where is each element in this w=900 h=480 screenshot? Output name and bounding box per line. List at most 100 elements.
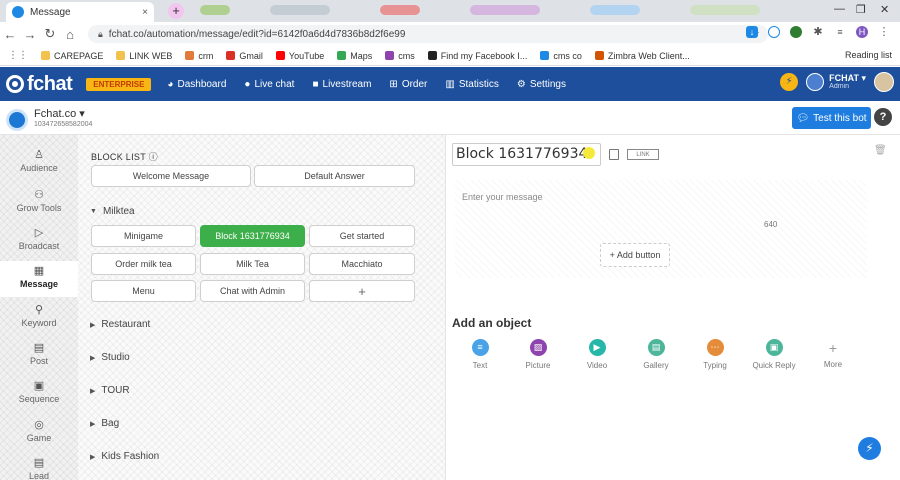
sidebar-item-grow-tools[interactable]: ⚇ Grow Tools [0, 185, 78, 221]
apps-grid-icon[interactable]: ⋮⋮ [8, 50, 28, 61]
page-selector[interactable]: Fchat.co ▾ [34, 107, 85, 120]
user-avatar[interactable] [874, 72, 894, 92]
menu-item-dashboard[interactable]: ◕ Dashboard [167, 79, 226, 90]
block-button[interactable]: Minigame [91, 225, 196, 247]
menu-item-order[interactable]: ⊞ Order [389, 79, 427, 90]
add-block-button[interactable]: + [309, 280, 415, 302]
help-icon[interactable]: ? [874, 108, 892, 126]
browser-tab-message[interactable]: Message × [6, 2, 154, 22]
message-input[interactable]: Enter your message [462, 192, 543, 202]
minimize-icon[interactable]: — [834, 3, 845, 15]
account-switcher[interactable]: FCHAT ▾ Admin [806, 73, 866, 91]
bookmark-label: Zimbra Web Client... [607, 50, 690, 61]
sidebar-item-keyword[interactable]: ⚲ Keyword [0, 300, 78, 336]
add-object-quick-reply[interactable]: ▣ Quick Reply [746, 339, 802, 370]
trash-icon[interactable]: 🗑︎ [874, 145, 887, 156]
bookmark-item[interactable]: cms co [540, 51, 582, 61]
block-list-title: BLOCK LIST ⓘ [91, 152, 158, 162]
copy-icon[interactable] [609, 149, 619, 160]
address-bar[interactable]: 🔒︎ fchat.co/automation/message/edit?id=6… [88, 25, 768, 43]
fchat-logo[interactable]: fchat [6, 73, 73, 96]
block-button[interactable]: Macchiato [309, 253, 415, 275]
bookmark-item[interactable]: Zimbra Web Client... [594, 50, 690, 61]
close-window-icon[interactable]: ✕ [880, 3, 889, 16]
sidebar-item-label: Grow Tools [16, 203, 62, 213]
block-group-header[interactable]: ▶ Kids Fashion [90, 451, 159, 462]
notification-bell-icon[interactable]: ⚡ [780, 73, 799, 91]
add-object-more[interactable]: + More [805, 339, 861, 369]
menu-item-label: Settings [529, 78, 566, 90]
forward-icon[interactable]: → [20, 27, 40, 42]
extension-icon[interactable] [790, 26, 802, 38]
caret-right-icon: ▶ [90, 387, 96, 395]
extension-icon[interactable] [768, 26, 780, 38]
reading-list-button[interactable]: Reading list [845, 50, 892, 60]
sidebar-item-broadcast[interactable]: ▷ Broadcast [0, 223, 78, 259]
sidebar-item-label: Keyword [21, 318, 57, 328]
profile-avatar[interactable]: H [856, 26, 868, 38]
media-icon[interactable]: ≡ [834, 26, 846, 38]
menu-item-label: Dashboard [177, 78, 227, 90]
sidebar-item-game[interactable]: ◎ Game [0, 415, 78, 451]
reload-icon[interactable]: ↻ [40, 26, 60, 42]
add-object-typing[interactable]: ⋯ Typing [687, 339, 743, 370]
bookmark-icon [385, 51, 395, 60]
bookmark-item[interactable]: LINK WEB [116, 51, 172, 61]
bookmark-item[interactable]: Maps [337, 51, 372, 61]
home-icon[interactable]: ⌂ [60, 27, 80, 42]
block-button[interactable]: Menu [91, 280, 196, 302]
add-object-text[interactable]: ≡ Text [452, 339, 508, 370]
block-button[interactable]: Order milk tea [91, 253, 196, 275]
add-object-picture[interactable]: ▨ Picture [510, 339, 566, 370]
block-button[interactable]: Default Answer [254, 165, 415, 187]
cart-icon: ⊞ [389, 78, 398, 90]
caret-right-icon: ▶ [90, 453, 96, 461]
menu-item-live-chat[interactable]: ● Live chat [244, 79, 294, 90]
block-button[interactable]: Block 1631776934 [200, 225, 305, 247]
new-tab-button[interactable]: + [168, 3, 184, 19]
messenger-chat-icon[interactable]: ⚡ [858, 437, 881, 460]
sidebar-item-message[interactable]: ▦ Message [0, 261, 78, 297]
sidebar-item-post[interactable]: ▤ Post [0, 338, 78, 374]
tab-blur-decoration [690, 5, 760, 15]
sidebar-item-audience[interactable]: ♙ Audience [0, 145, 78, 181]
maximize-icon[interactable]: ❐ [856, 3, 866, 16]
bookmark-item[interactable]: Gmail [226, 51, 263, 61]
back-icon[interactable]: ← [0, 27, 20, 42]
block-button[interactable]: Get started [309, 225, 415, 247]
close-tab-icon[interactable]: × [142, 7, 148, 18]
menu-item-livestream[interactable]: ■ Livestream [312, 79, 371, 90]
menu-item-settings[interactable]: ⚙ Settings [517, 79, 566, 90]
game-icon: ◎ [34, 419, 44, 431]
left-sidebar: ♙ Audience ⚇ Grow Tools ▷ Broadcast ▦ Message ⚲ K… [0, 135, 78, 480]
gallery-icon: ▤ [647, 339, 665, 356]
block-group-header[interactable]: ▼ Milktea [90, 206, 135, 217]
block-group-header[interactable]: ▶ TOUR [90, 385, 130, 396]
block-group-header[interactable]: ▶ Restaurant [90, 319, 150, 330]
sidebar-item-lead[interactable]: ▤ Lead [0, 453, 78, 480]
bookmark-item[interactable]: crm [185, 51, 213, 61]
puzzle-icon[interactable]: ✱ [812, 26, 824, 38]
block-button[interactable]: Chat with Admin [200, 280, 305, 302]
menu-item-statistics[interactable]: ▥ Statistics [445, 79, 498, 90]
block-name-input[interactable]: Block 1631776934 [452, 143, 601, 166]
block-group-name: Studio [101, 352, 130, 363]
block-button[interactable]: Welcome Message [91, 165, 251, 187]
download-extension-icon[interactable]: ↓ [746, 26, 758, 38]
object-label: Text [472, 361, 488, 370]
bookmark-item[interactable]: CAREPAGE [41, 51, 103, 61]
block-button[interactable]: Milk Tea [200, 253, 305, 275]
block-group-header[interactable]: ▶ Bag [90, 418, 119, 429]
add-button-button[interactable]: + Add button [600, 243, 670, 267]
sidebar-item-sequence[interactable]: ▣ Sequence [0, 376, 78, 412]
test-bot-button[interactable]: 💬︎ Test this bot [792, 107, 871, 129]
bookmark-item[interactable]: YouTube [275, 51, 324, 61]
add-object-video[interactable]: ▶ Video [569, 339, 625, 370]
bookmark-item[interactable]: Find my Facebook I... [427, 51, 527, 61]
block-group-header[interactable]: ▶ Studio [90, 352, 130, 363]
link-icon[interactable]: LINK [627, 149, 659, 160]
tab-blur-decoration [470, 5, 540, 15]
more-menu-icon[interactable]: ⋮ [878, 26, 890, 38]
add-object-gallery[interactable]: ▤ Gallery [628, 339, 684, 370]
bookmark-item[interactable]: cms [385, 51, 415, 61]
